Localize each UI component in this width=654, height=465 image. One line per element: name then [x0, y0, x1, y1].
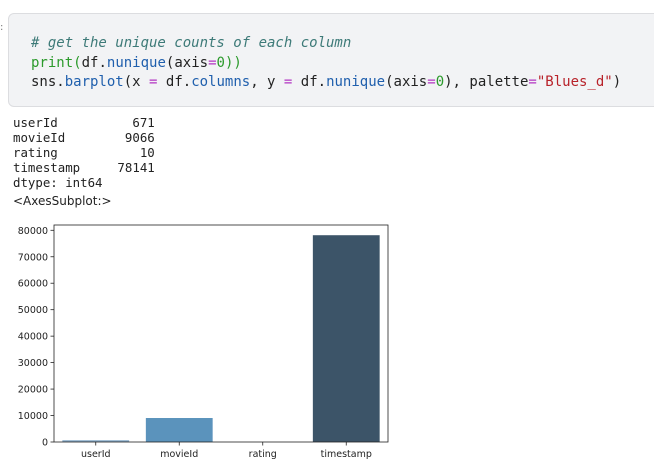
y-tick-label: 30000 — [18, 358, 48, 369]
x-tick-label: timestamp — [321, 449, 372, 460]
bar-movieId — [145, 418, 213, 442]
y-tick-label: 50000 — [18, 305, 48, 316]
y-tick-label: 20000 — [18, 385, 48, 396]
y-tick-label: 70000 — [18, 252, 48, 263]
y-tick-label: 10000 — [18, 411, 48, 422]
bar-chart: userId movieId rating timestamp 0 10000 20000 3… — [18, 224, 389, 460]
y-tick-label: 40000 — [18, 332, 48, 343]
x-tick-label: rating — [249, 449, 277, 460]
x-tick-label: movieId — [160, 449, 198, 460]
x-tick-label: userId — [81, 449, 111, 460]
y-tick-label: 0 — [42, 438, 48, 449]
y-tick-label: 80000 — [18, 226, 48, 237]
y-tick-label: 60000 — [18, 279, 48, 290]
bar-timestamp — [312, 235, 380, 442]
